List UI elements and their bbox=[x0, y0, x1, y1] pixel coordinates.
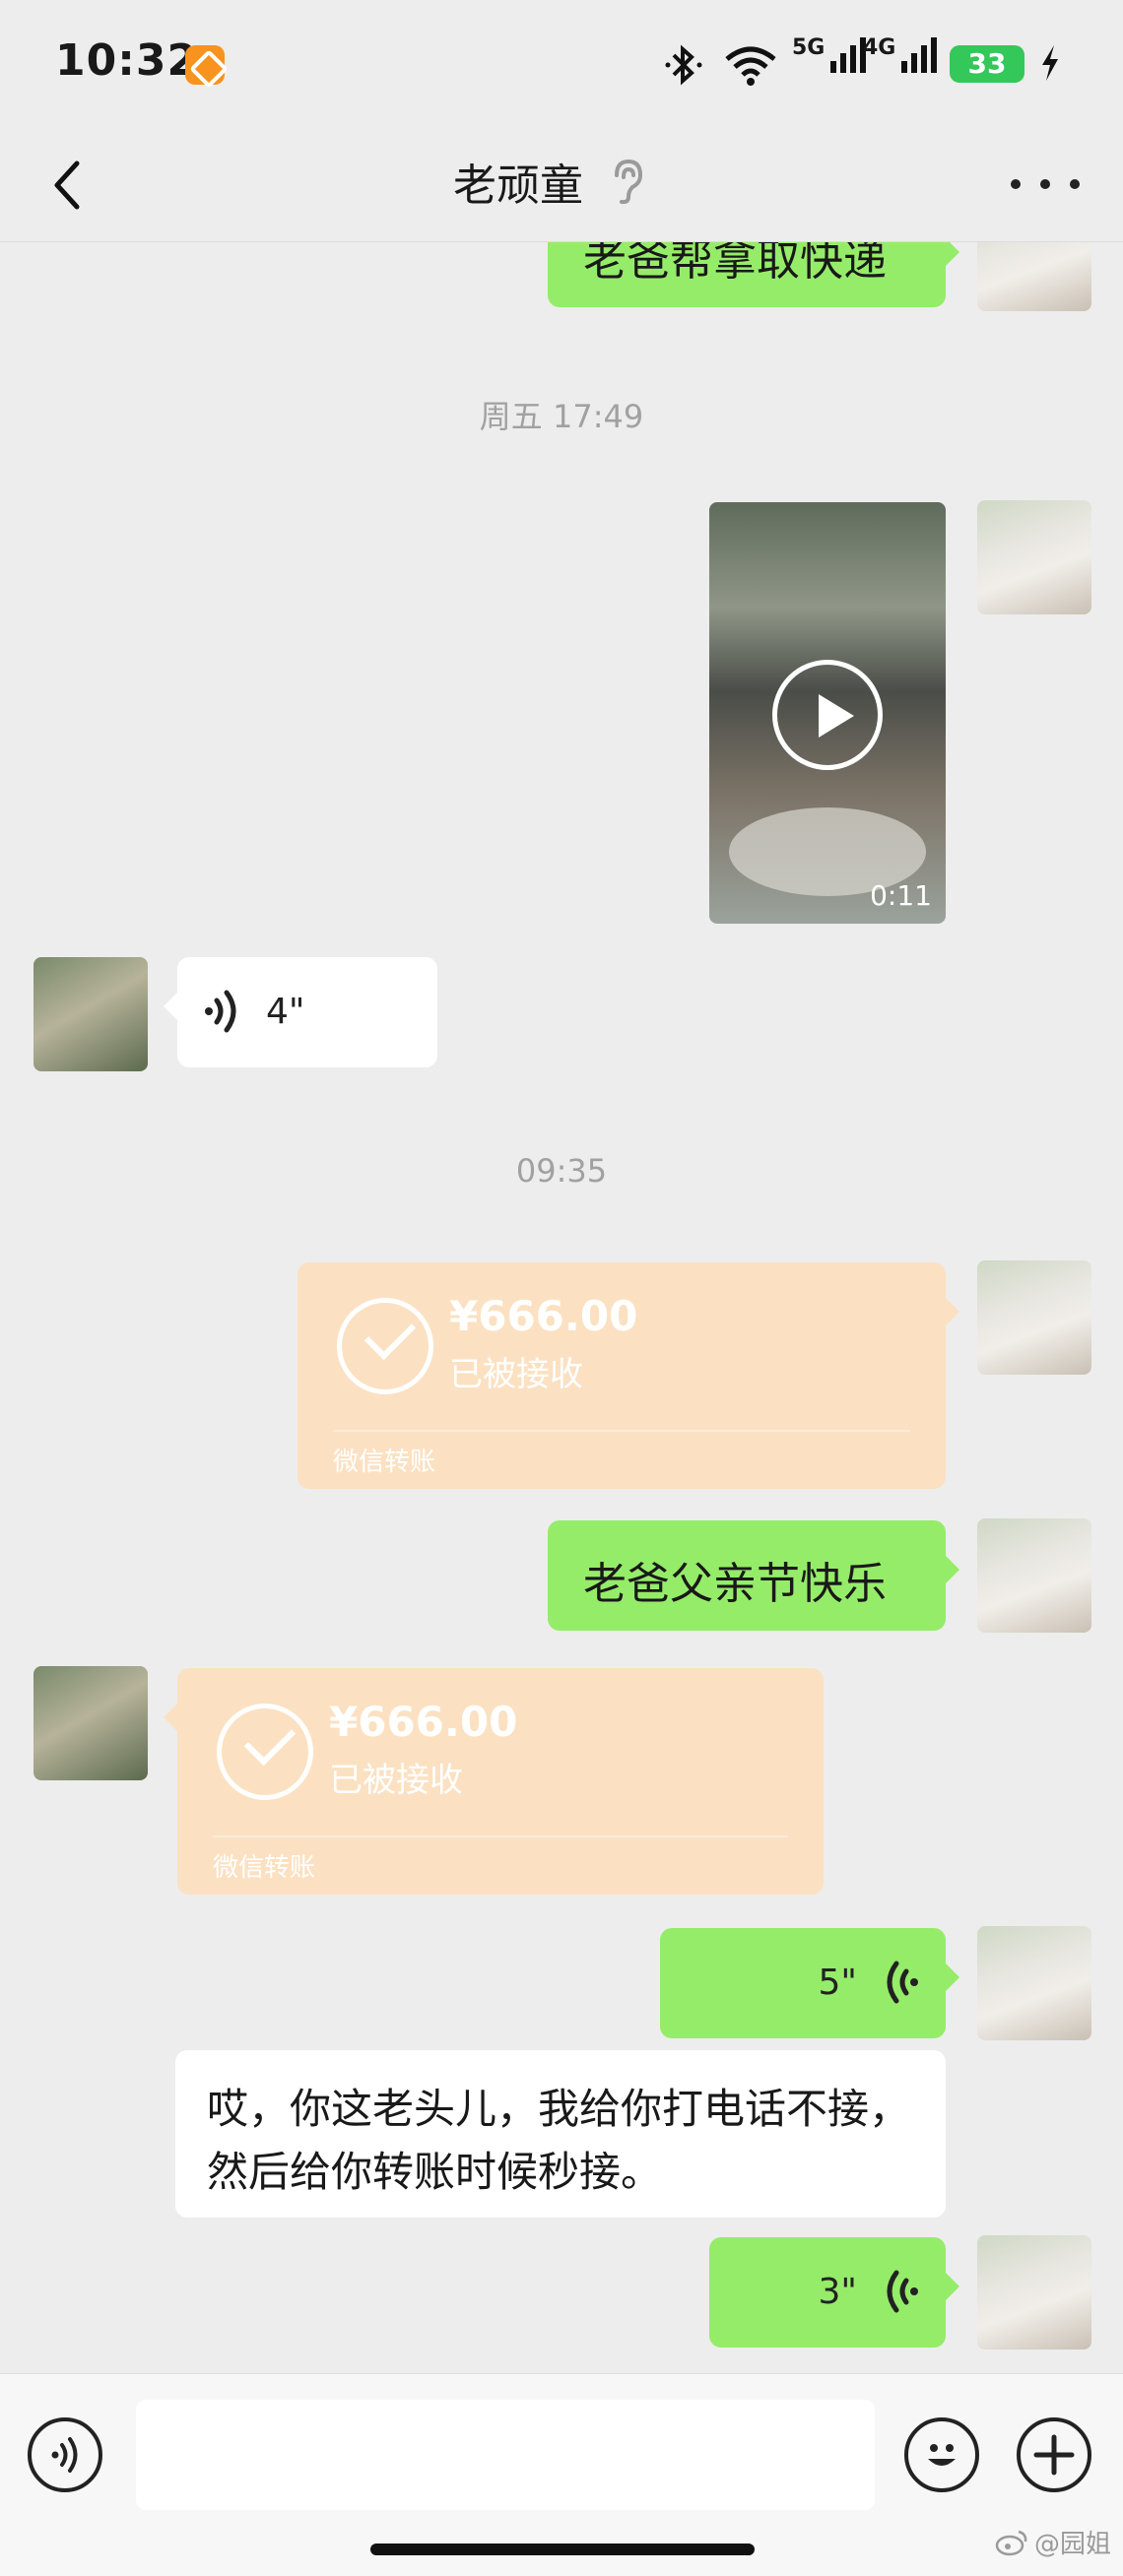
chat-title: 老顽童 bbox=[453, 161, 583, 211]
input-bar: @园姐 bbox=[0, 2373, 1123, 2576]
my-voice-message[interactable]: 3" bbox=[709, 2237, 959, 2348]
voice-transcription[interactable]: 哎，你这老头儿，我给你打电话不接，然后给你转账时候秒接。 bbox=[175, 2050, 946, 2218]
message-input[interactable] bbox=[136, 2400, 875, 2510]
check-icon bbox=[217, 1704, 313, 1800]
my-avatar[interactable] bbox=[977, 242, 1091, 311]
timestamp: 09:35 bbox=[515, 1152, 608, 1190]
transfer-message[interactable]: ¥666.00 已被接收 微信转账 bbox=[297, 1262, 959, 1489]
chevron-left-icon bbox=[54, 161, 80, 210]
signal-bars-icon bbox=[830, 37, 867, 73]
transfer-divider bbox=[213, 1835, 788, 1837]
voice-duration: 5" bbox=[818, 1962, 857, 2003]
app-notification-icon bbox=[185, 45, 225, 85]
transfer-status: 已被接收 bbox=[329, 1761, 463, 1800]
check-icon bbox=[337, 1298, 433, 1394]
signal-4g-label: 4G bbox=[863, 35, 896, 60]
signal-5g-label: 5G bbox=[792, 35, 826, 60]
home-indicator[interactable] bbox=[370, 2544, 755, 2555]
plus-icon bbox=[1033, 2434, 1075, 2476]
message-list[interactable]: 老爸帮拿取快递 周五 17:49 0:11 4" 09:35 ¥666.00 已… bbox=[0, 242, 1123, 2373]
video-message[interactable]: 0:11 bbox=[709, 502, 946, 924]
message-text: 老爸帮拿取快递 bbox=[583, 242, 887, 286]
my-avatar[interactable] bbox=[977, 1518, 1091, 1633]
transfer-amount: ¥666.00 bbox=[329, 1698, 518, 1746]
transfer-label: 微信转账 bbox=[213, 1853, 316, 1883]
my-avatar[interactable] bbox=[977, 1260, 1091, 1375]
emoji-button[interactable] bbox=[904, 2417, 979, 2492]
transfer-message[interactable]: ¥666.00 已被接收 微信转账 bbox=[164, 1668, 824, 1895]
voice-wave-icon bbox=[205, 990, 236, 1033]
message-text: 老爸父亲节快乐 bbox=[583, 1559, 887, 1609]
plus-button[interactable] bbox=[1017, 2417, 1091, 2492]
transfer-divider bbox=[333, 1430, 910, 1432]
voice-duration: 4" bbox=[266, 991, 305, 1032]
more-dot bbox=[1070, 179, 1080, 189]
signal-bars-icon bbox=[901, 37, 938, 73]
voice-duration: 3" bbox=[818, 2271, 857, 2312]
chat-header: 老顽童 bbox=[0, 128, 1123, 242]
wifi-icon bbox=[723, 43, 778, 91]
my-voice-message[interactable]: 5" bbox=[660, 1928, 959, 2038]
more-dot bbox=[1040, 179, 1050, 189]
my-avatar[interactable] bbox=[977, 1926, 1091, 2040]
my-avatar[interactable] bbox=[977, 500, 1091, 614]
voice-message[interactable]: 4" bbox=[164, 957, 437, 1067]
voice-input-button[interactable] bbox=[28, 2417, 102, 2492]
chat-title-area: 老顽童 bbox=[453, 150, 644, 213]
play-icon[interactable] bbox=[772, 660, 883, 770]
ear-icon bbox=[615, 159, 643, 205]
signal-4g: 4G bbox=[863, 35, 938, 73]
my-text-message[interactable]: 老爸父亲节快乐 bbox=[548, 1520, 959, 1631]
charging-icon bbox=[1038, 43, 1062, 92]
more-dot bbox=[1011, 179, 1021, 189]
emoji-icon bbox=[928, 2444, 956, 2466]
my-avatar[interactable] bbox=[977, 2235, 1091, 2350]
contact-avatar[interactable] bbox=[33, 957, 148, 1071]
weibo-icon bbox=[995, 2530, 1027, 2555]
contact-avatar[interactable] bbox=[33, 1666, 148, 1780]
signal-5g: 5G bbox=[792, 35, 867, 73]
status-time: 10:32 bbox=[55, 35, 199, 86]
transcription-text: 哎，你这老头儿，我给你打电话不接，然后给你转账时候秒接。 bbox=[207, 2085, 911, 2196]
back-button[interactable] bbox=[43, 158, 99, 213]
watermark-text: @园姐 bbox=[1033, 2530, 1111, 2559]
transfer-amount: ¥666.00 bbox=[449, 1292, 638, 1340]
voice-icon bbox=[51, 2437, 78, 2473]
my-text-message[interactable]: 老爸帮拿取快递 bbox=[548, 242, 959, 307]
voice-wave-icon bbox=[887, 2270, 918, 2313]
transfer-status: 已被接收 bbox=[449, 1355, 583, 1394]
battery-indicator: 33 bbox=[950, 45, 1024, 83]
transfer-label: 微信转账 bbox=[333, 1448, 436, 1477]
video-duration: 0:11 bbox=[870, 879, 932, 912]
timestamp: 周五 17:49 bbox=[479, 398, 644, 435]
bluetooth-icon bbox=[664, 43, 703, 91]
more-button[interactable] bbox=[1011, 161, 1080, 207]
watermark: @园姐 bbox=[995, 2524, 1111, 2560]
voice-wave-icon bbox=[887, 1961, 918, 2004]
status-bar: 10:32 5G 4G 33 bbox=[0, 0, 1123, 128]
